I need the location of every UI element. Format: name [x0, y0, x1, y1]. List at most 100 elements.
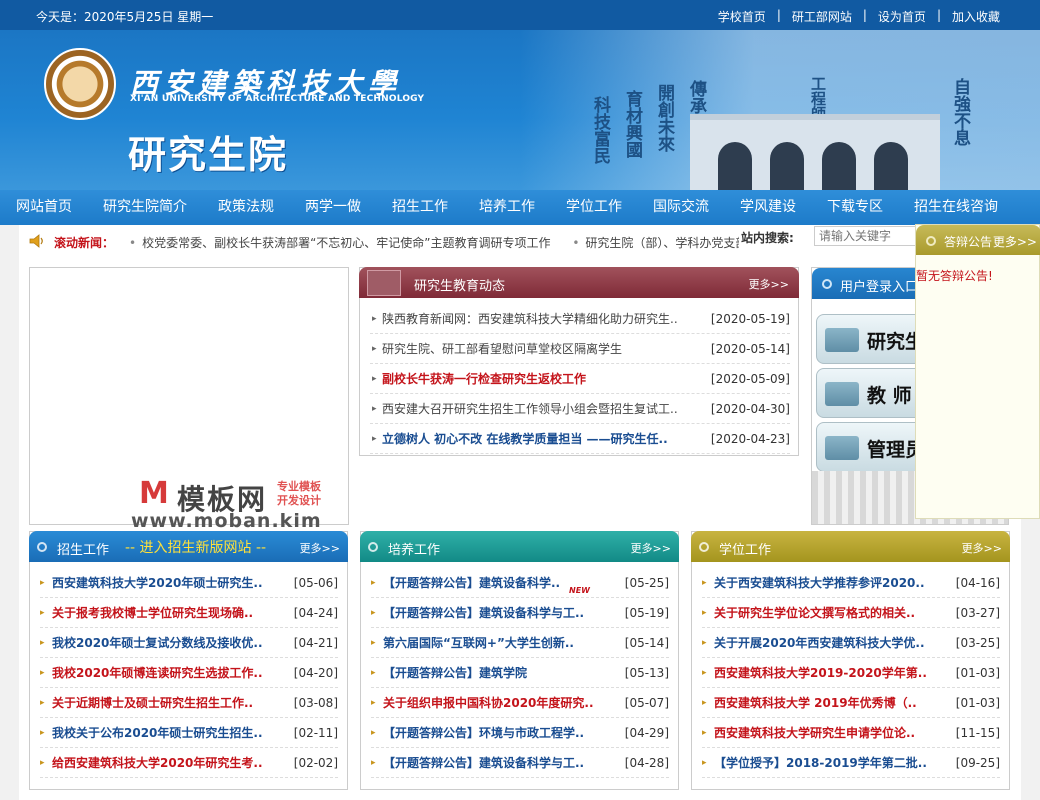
university-seal-logo[interactable] [44, 48, 116, 120]
list-item-title[interactable]: 关于西安建筑科技大学推荐参评2020.. [714, 568, 946, 598]
list-item-title[interactable]: 【开题答辩公告】建筑学院 [383, 658, 615, 688]
list-item-title[interactable]: 西安建筑科技大学 2019年优秀博（.. [714, 688, 946, 718]
list-item-title[interactable]: 第六届国际“互联网+”大学生创新.. [383, 628, 615, 658]
news-item-title[interactable]: 西安建大召开研究生招生工作领导小组会暨招生复试工.. [382, 394, 702, 424]
list-item-title[interactable]: 关于报考我校博士学位研究生现场确.. [52, 598, 284, 628]
list-item[interactable]: ▸ 【开题答辩公告】环境与市政工程学.. [04-29] [371, 718, 669, 748]
list-item[interactable]: ▸ 给西安建筑科技大学2020年研究生考.. [02-02] [40, 748, 338, 778]
news-more-link[interactable]: 更多>> [749, 276, 789, 292]
news-item-title[interactable]: 陕西教育新闻网：西安建筑科技大学精细化助力研究生.. [382, 304, 702, 334]
ticker-item[interactable]: 研究生院（部）、学科办党支部 [585, 236, 739, 250]
circle-bullet-icon [822, 279, 832, 289]
nav-item-degrees[interactable]: 学位工作 [566, 190, 622, 225]
list-item[interactable]: ▸ 【开题答辩公告】建筑设备科学.. NEW [05-25] [371, 568, 669, 598]
student-login-button[interactable]: 研究生 [816, 314, 926, 364]
list-item-title[interactable]: 西安建筑科技大学2020年硕士研究生.. [52, 568, 284, 598]
nav-item-about[interactable]: 研究生院简介 [103, 190, 187, 225]
news-item-title[interactable]: 立德树人 初心不改 在线教学质量担当 ——研究生任.. [382, 424, 702, 454]
list-item[interactable]: ▸ 西安建筑科技大学 2019年优秀博（.. [01-03] [702, 688, 1000, 718]
search-input[interactable] [814, 226, 919, 246]
news-item[interactable]: ▸ 西安建大召开研究生招生工作领导小组会暨招生复试工.. [2020-04-30] [370, 394, 790, 424]
ticker-item[interactable]: 校党委常委、副校长牛获涛部署“不忘初心、牢记使命”主题教育调研专项工作 [142, 236, 550, 250]
list-item-title[interactable]: 给西安建筑科技大学2020年研究生考.. [52, 748, 284, 778]
list-item-date: [05-07] [624, 696, 669, 710]
list-item[interactable]: ▸ 【开题答辩公告】建筑学院 [05-13] [371, 658, 669, 688]
nav-item-home[interactable]: 网站首页 [16, 190, 72, 225]
circle-bullet-icon [368, 542, 378, 552]
list-item[interactable]: ▸ 关于开展2020年西安建筑科技大学优.. [03-25] [702, 628, 1000, 658]
notice-empty-message: 暂无答辩公告! [916, 269, 993, 283]
list-item-title[interactable]: 西安建筑科技大学研究生申请学位论.. [714, 718, 946, 748]
list-item[interactable]: ▸ 我校2020年硕博连读研究生选拔工作.. [04-20] [40, 658, 338, 688]
list-item[interactable]: ▸ 西安建筑科技大学2019-2020学年第.. [01-03] [702, 658, 1000, 688]
graduate-news-panel: 研究生教育动态 更多>> ▸ 陕西教育新闻网：西安建筑科技大学精细化助力研究生..… [359, 267, 799, 456]
nav-item-training[interactable]: 培养工作 [479, 190, 535, 225]
list-item-date: [02-02] [293, 756, 338, 770]
list-item-title[interactable]: 我校2020年硕博连读研究生选拔工作.. [52, 658, 284, 688]
news-item-title[interactable]: 副校长牛获涛一行检查研究生返校工作 [382, 364, 702, 394]
set-homepage-link[interactable]: 设为首页 [878, 8, 926, 25]
list-item[interactable]: ▸ 【学位授予】2018-2019学年第二批.. [09-25] [702, 748, 1000, 778]
news-item-title[interactable]: 研究生院、研工部看望慰问草堂校区隔离学生 [382, 334, 702, 364]
arrow-bullet-icon: ▸ [40, 728, 45, 738]
admin-login-button[interactable]: 管理员 [816, 422, 926, 472]
nav-item-two-studies[interactable]: 两学一做 [305, 190, 361, 225]
scrolling-news-bar: 滚动新闻： • 校党委常委、副校长牛获涛部署“不忘初心、牢记使命”主题教育调研专项… [19, 226, 739, 256]
news-item-date: [2020-04-30] [710, 402, 790, 416]
list-item-title[interactable]: 关于组织申报中国科协2020年度研究.. [383, 688, 615, 718]
motto-column: 科技富民 [590, 95, 611, 165]
panel-more-link[interactable]: 更多>> [962, 540, 1002, 556]
panel-more-link[interactable]: 更多>> [300, 540, 340, 556]
list-item-title[interactable]: 【学位授予】2018-2019学年第二批.. [714, 748, 946, 778]
campus-gate-image [690, 114, 940, 190]
nav-item-policy[interactable]: 政策法规 [218, 190, 274, 225]
list-item-title[interactable]: 我校关于公布2020年硕士研究生招生.. [52, 718, 284, 748]
list-item[interactable]: ▸ 关于研究生学位论文撰写格式的相关.. [03-27] [702, 598, 1000, 628]
list-item[interactable]: ▸ 第六届国际“互联网+”大学生创新.. [05-14] [371, 628, 669, 658]
list-item-date: [04-29] [624, 726, 669, 740]
list-item-date: [04-24] [293, 606, 338, 620]
list-item[interactable]: ▸ 西安建筑科技大学2020年硕士研究生.. [05-06] [40, 568, 338, 598]
nav-item-study-style[interactable]: 学风建设 [740, 190, 796, 225]
list-item[interactable]: ▸ 我校2020年硕士复试分数线及接收优.. [04-21] [40, 628, 338, 658]
list-item-title[interactable]: 关于研究生学位论文撰写格式的相关.. [714, 598, 946, 628]
list-item-title[interactable]: 【开题答辩公告】环境与市政工程学.. [383, 718, 615, 748]
nav-item-online-consult[interactable]: 招生在线咨询 [914, 190, 998, 225]
news-item[interactable]: ▸ 副校长牛获涛一行检查研究生返校工作 [2020-05-09] [370, 364, 790, 394]
department-title: 研究生院 [128, 132, 289, 177]
list-item-title[interactable]: 关于近期博士及硕士研究生招生工作.. [52, 688, 284, 718]
building-icon [367, 270, 401, 296]
list-item[interactable]: ▸ 我校关于公布2020年硕士研究生招生.. [02-11] [40, 718, 338, 748]
notice-more-link[interactable]: 更多>> [993, 233, 1037, 250]
add-favorite-link[interactable]: 加入收藏 [952, 8, 1000, 25]
student-affairs-link[interactable]: 研工部网站 [792, 8, 852, 25]
panel-more-link[interactable]: 更多>> [631, 540, 671, 556]
new-admissions-site-link[interactable]: -- 进入招生新版网站 -- [125, 537, 266, 557]
current-date: 今天是：2020年5月25日 星期一 [36, 10, 214, 24]
list-item[interactable]: ▸ 【开题答辩公告】建筑设备科学与工.. [04-28] [371, 748, 669, 778]
list-item-title[interactable]: 关于开展2020年西安建筑科技大学优.. [714, 628, 946, 658]
nav-item-admissions[interactable]: 招生工作 [392, 190, 448, 225]
list-item[interactable]: ▸ 关于西安建筑科技大学推荐参评2020.. [04-16] [702, 568, 1000, 598]
list-item-title[interactable]: 我校2020年硕士复试分数线及接收优.. [52, 628, 284, 658]
nav-item-international[interactable]: 国际交流 [653, 190, 709, 225]
news-item[interactable]: ▸ 陕西教育新闻网：西安建筑科技大学精细化助力研究生.. [2020-05-19] [370, 304, 790, 334]
news-panel-header: 研究生教育动态 更多>> [359, 267, 799, 298]
list-item[interactable]: ▸ 关于组织申报中国科协2020年度研究.. [05-07] [371, 688, 669, 718]
school-home-link[interactable]: 学校首页 [718, 8, 766, 25]
list-item[interactable]: ▸ 关于报考我校博士学位研究生现场确.. [04-24] [40, 598, 338, 628]
nav-item-downloads[interactable]: 下载专区 [827, 190, 883, 225]
list-item-title[interactable]: 西安建筑科技大学2019-2020学年第.. [714, 658, 946, 688]
news-item[interactable]: ▸ 研究生院、研工部看望慰问草堂校区隔离学生 [2020-05-14] [370, 334, 790, 364]
arrow-bullet-icon: ▸ [372, 374, 377, 384]
list-item[interactable]: ▸ 关于近期博士及硕士研究生招生工作.. [03-08] [40, 688, 338, 718]
list-item-title[interactable]: 【开题答辩公告】建筑设备科学与工.. [383, 748, 615, 778]
news-item[interactable]: ▸ 立德树人 初心不改 在线教学质量担当 ——研究生任.. [2020-04-23] [370, 424, 790, 454]
list-item-title[interactable]: 【开题答辩公告】建筑设备科学与工.. [383, 598, 615, 628]
list-item-date: [04-16] [955, 576, 1000, 590]
list-item[interactable]: ▸ 【开题答辩公告】建筑设备科学与工.. [05-19] [371, 598, 669, 628]
list-item[interactable]: ▸ 西安建筑科技大学研究生申请学位论.. [11-15] [702, 718, 1000, 748]
list-item-date: [05-14] [624, 636, 669, 650]
panel-header: 培养工作 更多>> [360, 531, 679, 562]
teacher-login-button[interactable]: 教 师 [816, 368, 926, 418]
